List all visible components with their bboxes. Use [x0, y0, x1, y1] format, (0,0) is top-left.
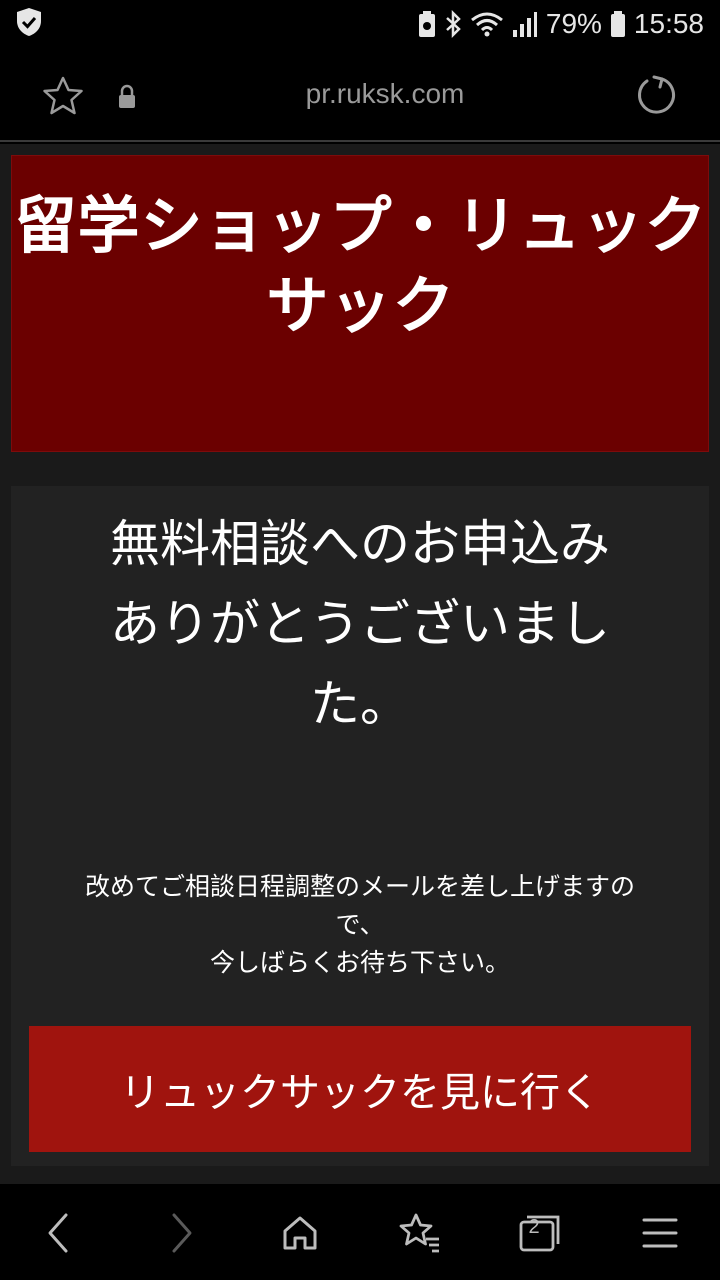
web-page: 留学ショップ・リュック サック 無料相談へのお申込み ありがとうございまし た。… — [0, 144, 720, 1184]
back-icon[interactable] — [34, 1208, 84, 1258]
battery-icon — [610, 10, 626, 38]
reload-icon[interactable] — [634, 74, 678, 122]
thanks-line-1: 無料相談へのお申込み — [110, 515, 610, 573]
hero-title: 留学ショップ・リュック サック — [12, 186, 710, 346]
hero-title-line-2: サック — [266, 269, 456, 342]
thanks-heading: 無料相談へのお申込み ありがとうございまし た。 — [41, 504, 679, 744]
forward-icon[interactable] — [156, 1208, 206, 1258]
clock-time: 15:58 — [633, 8, 704, 39]
url-bar: pr.ruksk.com — [0, 48, 720, 142]
confirmation-card: 無料相談へのお申込み ありがとうございまし た。 改めてご相談日程調整のメールを… — [11, 486, 709, 1166]
menu-icon[interactable] — [635, 1208, 685, 1258]
lock-icon — [116, 84, 138, 114]
notice-text: 改めてご相談日程調整のメールを差し上げますの で、 今しばらくお待ち下さい。 — [31, 868, 689, 982]
recycle-battery-icon — [418, 10, 436, 38]
signal-icon — [512, 10, 538, 38]
tab-count: 2 — [528, 1216, 540, 1238]
hero-banner: 留学ショップ・リュック サック — [11, 155, 709, 452]
thanks-line-2: ありがとうございまし — [110, 595, 610, 653]
bluetooth-icon — [444, 10, 462, 38]
notice-line-3: 今しばらくお待ち下さい。 — [209, 948, 510, 977]
browser-screen: 79% 15:58 pr.ruksk.com 留学ショップ・リュック サック 無… — [0, 0, 720, 1280]
notice-line-1: 改めてご相談日程調整のメールを差し上げますの — [84, 872, 635, 901]
hero-title-line-1: 留学ショップ・リュック — [14, 189, 708, 262]
home-icon[interactable] — [275, 1208, 325, 1258]
wifi-icon — [470, 10, 504, 38]
thanks-line-3: た。 — [310, 675, 410, 733]
battery-percent: 79% — [545, 8, 602, 39]
tabs-icon[interactable]: 2 — [515, 1208, 565, 1258]
notice-line-2: で、 — [335, 910, 385, 939]
url-text[interactable]: pr.ruksk.com — [306, 78, 465, 109]
view-backpacks-button[interactable]: リュックサックを見に行く — [29, 1026, 691, 1152]
shield-check-icon — [16, 7, 42, 41]
browser-bottom-nav: 2 — [0, 1184, 720, 1280]
star-icon[interactable] — [42, 76, 84, 120]
bookmarks-icon[interactable] — [395, 1208, 445, 1258]
status-bar: 79% 15:58 — [0, 0, 720, 48]
